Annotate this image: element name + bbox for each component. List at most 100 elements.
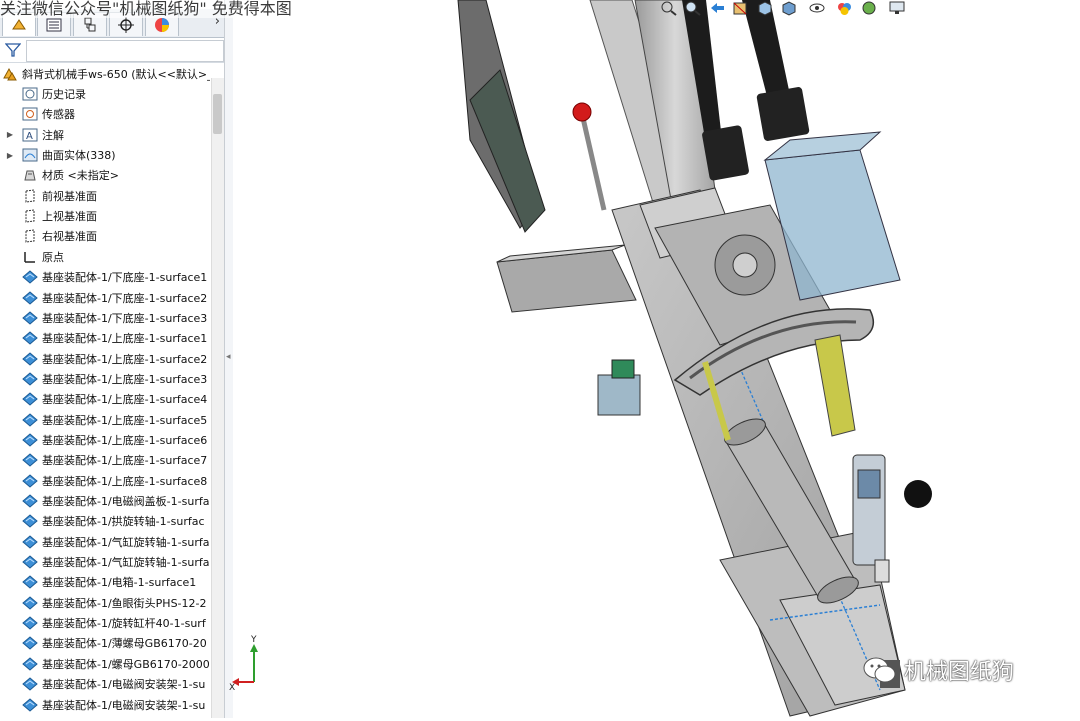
panel-splitter[interactable]: ◂	[224, 0, 233, 718]
tree-item[interactable]: 基座装配体-1/气缸旋转轴-1-surfa	[0, 532, 210, 552]
tree-item[interactable]: ▶ 曲面实体(338)	[0, 145, 210, 165]
filter-icon[interactable]	[5, 42, 21, 58]
edit-appearance-icon[interactable]	[836, 0, 854, 16]
tree-item[interactable]: 基座装配体-1/薄螺母GB6170-20	[0, 633, 210, 653]
annotation-icon: A	[22, 128, 38, 142]
previous-view-icon[interactable]	[708, 0, 726, 16]
tree-item[interactable]: 基座装配体-1/电磁阀安装架-1-su	[0, 695, 210, 715]
surface-feature-icon	[22, 473, 38, 488]
surface-feature-icon	[22, 535, 38, 549]
watermark-top-text: 关注微信公众号"机械图纸狗" 免费得本图	[0, 0, 292, 18]
tree-item-label: 基座装配体-1/下底座-1-surface3	[42, 311, 208, 325]
surface-feature-icon	[22, 290, 38, 305]
surface-feature-icon	[22, 331, 38, 345]
tree-item[interactable]: 基座装配体-1/上底座-1-surface6	[0, 430, 210, 450]
watermark-logo: 机械图纸狗	[862, 652, 1072, 688]
tree-item-label: 基座装配体-1/电磁阀盖板-1-surfa	[42, 495, 210, 508]
feature-tree: 斜背式机械手ws-650 (默认<<默认>_ 历史记录传感器 ▶ A 注解 ▶ 曲面实体(…	[0, 64, 210, 718]
tree-item-label: 材质 <未指定>	[42, 169, 119, 183]
watermark-logo-text: 机械图纸狗	[904, 660, 1015, 685]
surface-feature-icon	[22, 433, 38, 447]
plane-icon	[22, 189, 38, 203]
surface-feature-icon	[22, 677, 38, 691]
tree-item[interactable]: 基座装配体-1/鱼眼街头PHS-12-2	[0, 593, 210, 613]
scrollbar-thumb[interactable]	[213, 94, 222, 134]
tree-item[interactable]: 基座装配体-1/电磁阀盖板-1-surfa	[0, 491, 210, 511]
view-orientation-icon[interactable]	[756, 0, 774, 16]
tree-item[interactable]: 历史记录	[0, 84, 210, 104]
tree-item[interactable]: 基座装配体-1/上底座-1-surface5	[0, 410, 210, 430]
tree-item[interactable]: 原点	[0, 247, 210, 267]
surface-bodies-icon	[22, 148, 38, 162]
tree-item[interactable]: 基座装配体-1/旋转缸杆40-1-surf	[0, 613, 210, 633]
surface-feature-icon	[22, 270, 38, 284]
tree-item[interactable]: 基座装配体-1/螺母GB6170-2000	[0, 654, 210, 674]
expand-arrow-icon[interactable]: ▶	[4, 130, 16, 139]
display-style-icon[interactable]	[780, 0, 798, 16]
surface-feature-icon	[22, 311, 38, 325]
tree-item-label: 注解	[42, 128, 64, 142]
display-manager-icon	[155, 17, 169, 32]
plane-icon	[22, 229, 38, 244]
surface-feature-icon	[22, 514, 38, 529]
tree-item[interactable]: 基座装配体-1/电磁阀安装架-1-su	[0, 674, 210, 694]
tree-item-label: 基座装配体-1/旋转缸杆40-1-surf	[42, 617, 206, 631]
tree-scrollbar[interactable]	[211, 78, 224, 718]
svg-text:A: A	[26, 131, 33, 142]
material-icon	[22, 168, 38, 182]
tree-item[interactable]: 材质 <未指定>	[0, 165, 210, 185]
tree-item[interactable]: 基座装配体-1/上底座-1-surface2	[0, 349, 210, 369]
tree-item-label: 基座装配体-1/电磁阀安装架-1-su	[42, 698, 206, 712]
tree-item-label: 基座装配体-1/上底座-1-surface5	[42, 413, 208, 427]
zoom-to-fit-icon[interactable]	[660, 0, 678, 16]
tree-item[interactable]: 基座装配体-1/电箱-1-surface1	[0, 572, 210, 592]
tree-item-label: 传感器	[42, 108, 75, 122]
tree-item-label: 上视基准面	[42, 210, 97, 224]
tree-item[interactable]: 基座装配体-1/拱旋转轴-1-surfac	[0, 511, 210, 531]
sensor-icon	[22, 107, 38, 121]
tree-item-label: 基座装配体-1/电箱-1-surface1	[42, 576, 197, 590]
section-view-icon[interactable]	[732, 0, 750, 16]
tree-item[interactable]: ▶ A 注解	[0, 125, 210, 145]
tree-item[interactable]: 前视基准面	[0, 186, 210, 206]
surface-feature-icon	[22, 616, 38, 630]
hide-show-icon[interactable]	[808, 0, 826, 16]
tree-item[interactable]: 右视基准面	[0, 226, 210, 246]
tree-item[interactable]: 基座装配体-1/下底座-1-surface3	[0, 308, 210, 328]
tree-root-label: 斜背式机械手ws-650 (默认<<默认>_	[22, 68, 210, 81]
history-icon	[22, 87, 38, 101]
assembly-icon	[2, 67, 18, 81]
filter-input[interactable]	[26, 40, 224, 62]
tree-item[interactable]: 上视基准面	[0, 206, 210, 226]
tree-item-label: 历史记录	[42, 88, 86, 101]
tree-item-label: 基座装配体-1/上底座-1-surface3	[42, 372, 208, 386]
tree-item-label: 基座装配体-1/上底座-1-surface6	[42, 433, 208, 447]
filter-row	[0, 38, 224, 63]
graphics-viewport[interactable]: Y X 机械图纸狗	[229, 0, 1080, 718]
tree-item[interactable]: 基座装配体-1/上底座-1-surface8	[0, 471, 210, 491]
view-settings-icon[interactable]	[888, 0, 906, 16]
surface-feature-icon	[22, 555, 38, 569]
tree-root[interactable]: 斜背式机械手ws-650 (默认<<默认>_	[0, 64, 210, 84]
surface-feature-icon	[22, 453, 38, 467]
tree-item-label: 右视基准面	[42, 230, 97, 244]
splitter-grip-icon[interactable]: ◂	[226, 352, 231, 362]
tree-item[interactable]: 基座装配体-1/下底座-1-surface1	[0, 267, 210, 287]
tree-item[interactable]: 基座装配体-1/上底座-1-surface1	[0, 328, 210, 348]
apply-scene-icon[interactable]	[860, 0, 878, 16]
tree-item[interactable]: 基座装配体-1/上底座-1-surface4	[0, 389, 210, 409]
zoom-area-icon[interactable]	[684, 0, 702, 16]
surface-feature-icon	[22, 372, 38, 386]
tree-item[interactable]: 基座装配体-1/气缸旋转轴-1-surfa	[0, 552, 210, 572]
heads-up-toolbar	[660, 0, 980, 18]
feature-manager-icon	[12, 18, 26, 29]
feature-manager-panel: › 斜背式机械手ws-650 (默认<<默认>_ 历史记录 传感器 ▶ A 注解 ▶ 曲面实…	[0, 0, 225, 718]
tree-item[interactable]: 传感器	[0, 104, 210, 124]
expand-arrow-icon[interactable]: ▶	[4, 151, 16, 160]
tree-item-label: 基座装配体-1/气缸旋转轴-1-surfa	[42, 556, 210, 570]
tree-item[interactable]: 基座装配体-1/上底座-1-surface7	[0, 450, 210, 470]
tree-item-label: 基座装配体-1/上底座-1-surface1	[42, 332, 208, 346]
tree-item[interactable]: 基座装配体-1/上底座-1-surface3	[0, 369, 210, 389]
tree-item-label: 前视基准面	[42, 189, 97, 203]
tree-item[interactable]: 基座装配体-1/下底座-1-surface2	[0, 288, 210, 308]
